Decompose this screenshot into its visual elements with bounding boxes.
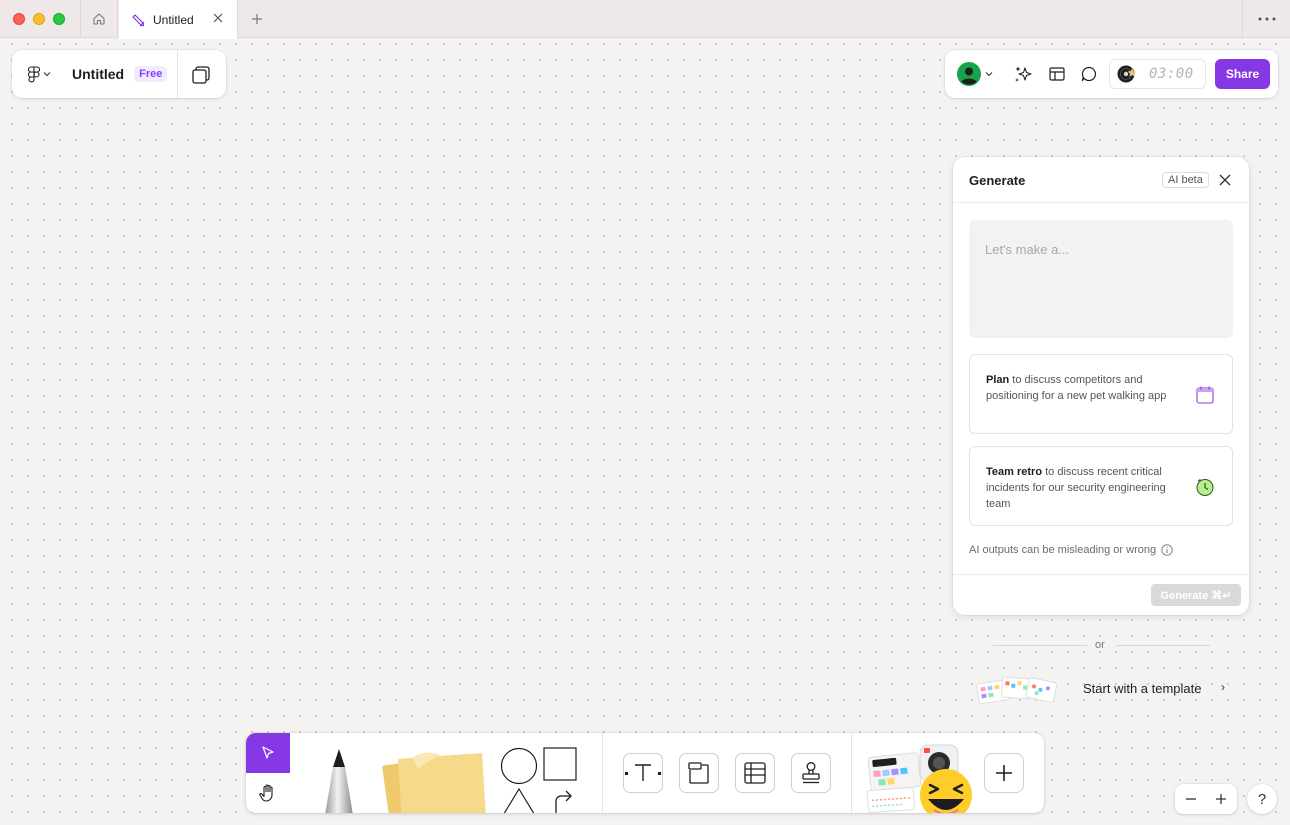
more-options-button[interactable] bbox=[1242, 0, 1290, 38]
generate-panel: Generate AI beta Plan to discuss competi… bbox=[953, 157, 1249, 615]
generate-header: Generate AI beta bbox=[953, 157, 1249, 203]
move-tool-button[interactable] bbox=[246, 733, 290, 773]
section-icon bbox=[688, 762, 709, 784]
generate-footer-divider bbox=[953, 574, 1249, 575]
zoom-in-button[interactable] bbox=[1211, 789, 1231, 809]
more-tools-button[interactable] bbox=[984, 753, 1024, 793]
user-avatar[interactable] bbox=[957, 62, 981, 86]
text-icon bbox=[625, 764, 661, 781]
window-titlebar: Untitled bbox=[0, 0, 1290, 39]
ellipsis-icon bbox=[1258, 17, 1275, 21]
template-thumbnails-icon bbox=[976, 676, 1058, 704]
start-with-template-link[interactable]: Start with a template › bbox=[975, 670, 1235, 706]
help-button[interactable]: ? bbox=[1247, 784, 1277, 814]
home-tab[interactable] bbox=[80, 0, 118, 38]
suggestion-keyword: Plan bbox=[986, 374, 1010, 386]
suggestion-description: to discuss competitors and positioning f… bbox=[986, 374, 1167, 402]
minimize-window-button[interactable] bbox=[33, 13, 45, 25]
bottom-toolbar bbox=[246, 733, 1044, 813]
main-menu-button[interactable] bbox=[16, 50, 62, 98]
top-right-toolbar: 03:00 Share bbox=[945, 50, 1278, 98]
user-menu-button[interactable] bbox=[983, 63, 995, 85]
pages-icon[interactable] bbox=[190, 64, 212, 86]
maximize-window-button[interactable] bbox=[53, 13, 65, 25]
chevron-down-icon bbox=[985, 72, 993, 77]
plus-icon bbox=[996, 765, 1012, 781]
suggestion-keyword: Team retro bbox=[986, 466, 1043, 478]
disclaimer-text: AI outputs can be misleading or wrong bbox=[969, 544, 1157, 556]
tab-label: Untitled bbox=[153, 12, 194, 27]
sticky-note-tool-icon[interactable] bbox=[378, 747, 488, 813]
close-icon[interactable] bbox=[1217, 172, 1233, 188]
suggestion-plan[interactable]: Plan to discuss competitors and position… bbox=[969, 354, 1233, 434]
or-divider-text: or bbox=[1095, 639, 1105, 651]
generate-title: Generate bbox=[969, 173, 1026, 188]
stamp-tool-button[interactable] bbox=[791, 753, 831, 793]
sparkle-icon bbox=[1015, 66, 1032, 82]
share-button[interactable]: Share bbox=[1215, 59, 1270, 89]
text-tool-button[interactable] bbox=[623, 753, 663, 793]
calendar-icon bbox=[1196, 386, 1214, 404]
divider-line bbox=[1116, 645, 1210, 646]
suggestion-text: Plan to discuss competitors and position… bbox=[986, 372, 1186, 404]
section-tool-button[interactable] bbox=[679, 753, 719, 793]
home-icon bbox=[93, 13, 105, 25]
ai-disclaimer: AI outputs can be misleading or wrong bbox=[969, 544, 1173, 556]
widgets-and-stickers-icon[interactable] bbox=[864, 739, 976, 813]
hand-icon bbox=[259, 784, 273, 802]
close-window-button[interactable] bbox=[13, 13, 25, 25]
table-icon bbox=[744, 762, 766, 784]
plan-badge[interactable]: Free bbox=[134, 66, 168, 82]
shape-tool-icon[interactable] bbox=[498, 745, 582, 813]
panel-divider bbox=[177, 50, 178, 98]
info-icon[interactable] bbox=[1161, 544, 1173, 556]
layout-icon bbox=[1049, 67, 1065, 81]
avatar-icon bbox=[957, 62, 981, 86]
tab-untitled[interactable]: Untitled bbox=[119, 0, 238, 39]
new-tab-button[interactable] bbox=[248, 10, 266, 28]
toolbar-divider bbox=[851, 733, 852, 813]
cursor-icon bbox=[262, 746, 274, 759]
zoom-controls bbox=[1175, 784, 1237, 814]
timer-widget[interactable]: 03:00 bbox=[1109, 59, 1206, 89]
suggestion-team-retro[interactable]: Team retro to discuss recent critical in… bbox=[969, 446, 1233, 526]
template-label: Start with a template bbox=[1083, 681, 1202, 696]
divider-line bbox=[993, 645, 1087, 646]
suggestion-text: Team retro to discuss recent critical in… bbox=[986, 464, 1186, 512]
clock-icon bbox=[1196, 479, 1214, 496]
minus-icon bbox=[1186, 798, 1196, 800]
file-panel: Untitled Free bbox=[12, 50, 226, 98]
file-name[interactable]: Untitled bbox=[72, 66, 124, 82]
comment-icon bbox=[1081, 66, 1097, 82]
figjam-file-icon bbox=[132, 13, 145, 26]
marker-tool-icon[interactable] bbox=[312, 745, 366, 813]
prompt-input[interactable] bbox=[969, 220, 1233, 338]
chevron-down-icon bbox=[43, 72, 50, 77]
figma-logo-icon bbox=[27, 65, 40, 82]
plus-icon bbox=[1216, 794, 1226, 804]
generate-button[interactable]: Generate ⌘↵ bbox=[1151, 584, 1241, 606]
chevron-right-icon: › bbox=[1221, 680, 1225, 694]
timer-display: 03:00 bbox=[1149, 66, 1194, 82]
ai-beta-badge: AI beta bbox=[1162, 172, 1209, 188]
close-icon[interactable] bbox=[211, 11, 225, 25]
stamp-icon bbox=[802, 762, 820, 784]
music-disc-icon bbox=[1117, 65, 1137, 83]
comments-button[interactable] bbox=[1078, 63, 1100, 85]
toolbar-divider bbox=[602, 733, 603, 813]
layout-panel-button[interactable] bbox=[1046, 63, 1068, 85]
hand-tool-button[interactable] bbox=[246, 773, 290, 813]
table-tool-button[interactable] bbox=[735, 753, 775, 793]
plus-icon bbox=[252, 14, 262, 24]
ai-tools-button[interactable] bbox=[1013, 63, 1035, 85]
zoom-out-button[interactable] bbox=[1181, 789, 1201, 809]
